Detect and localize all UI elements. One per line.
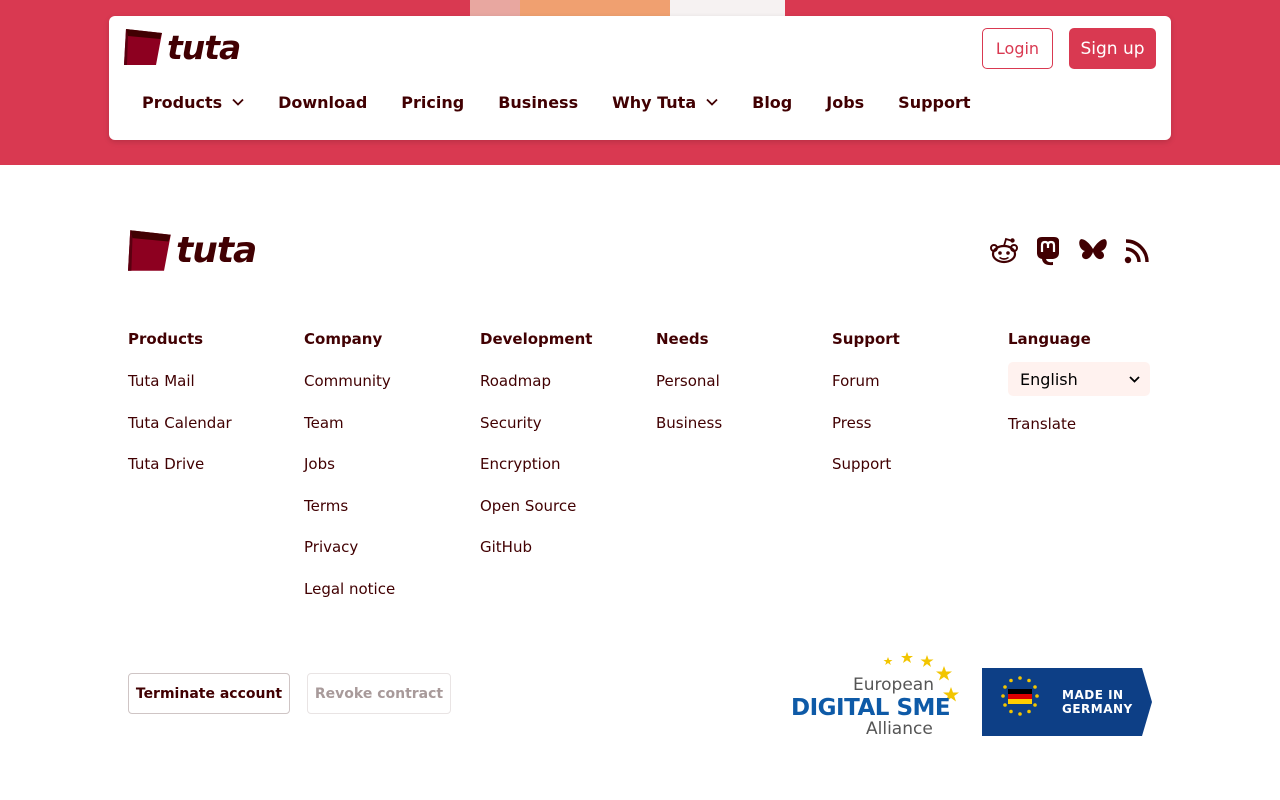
footer-link-personal[interactable]: Personal <box>656 372 826 392</box>
reddit-icon <box>990 237 1018 264</box>
tuta-logo-icon <box>128 230 171 271</box>
footer-link-forum[interactable]: Forum <box>832 372 1002 392</box>
bluesky-link[interactable] <box>1078 236 1108 266</box>
footer-link-community[interactable]: Community <box>304 372 474 392</box>
nav-blog[interactable]: Blog <box>752 93 792 112</box>
revoke-contract-button[interactable]: Revoke contract <box>307 673 451 714</box>
logo-wordmark: tuta <box>167 27 241 67</box>
nav-label: Download <box>278 92 368 112</box>
header-logo[interactable]: tuta <box>124 27 241 67</box>
translate-link[interactable]: Translate <box>1008 415 1076 433</box>
footer-column-needs: Needs Personal Business <box>656 330 826 455</box>
nav-label: Why Tuta <box>612 92 697 112</box>
signup-button[interactable]: Sign up <box>1069 28 1156 69</box>
nav-label: Blog <box>752 92 793 112</box>
main-nav: Products Download Pricing Business Why T… <box>142 88 1005 116</box>
footer-link-roadmap[interactable]: Roadmap <box>480 372 650 392</box>
footer-link-tuta-calendar[interactable]: Tuta Calendar <box>128 414 298 434</box>
footer-link-legal-notice[interactable]: Legal notice <box>304 580 474 600</box>
nav-label: Business <box>498 92 579 112</box>
site-header: tuta Login Sign up Products Download Pri… <box>109 16 1171 140</box>
sme-line-european: European <box>853 675 934 695</box>
footer-link-press[interactable]: Press <box>832 414 1002 434</box>
footer-link-security[interactable]: Security <box>480 414 650 434</box>
footer-column-development: Development Roadmap Security Encryption … <box>480 330 650 580</box>
footer-link-open-source[interactable]: Open Source <box>480 497 650 517</box>
nav-label: Support <box>898 92 971 112</box>
mastodon-icon <box>1037 237 1059 266</box>
column-title: Support <box>832 330 900 348</box>
chevron-down-icon <box>1129 375 1140 383</box>
footer-link-privacy[interactable]: Privacy <box>304 538 474 558</box>
column-title: Products <box>128 330 204 348</box>
made-in-germany-badge: MADE IN GERMANY <box>982 668 1152 736</box>
footer-link-terms[interactable]: Terms <box>304 497 474 517</box>
sme-line-alliance: Alliance <box>866 719 933 739</box>
language-select[interactable]: English <box>1008 362 1150 396</box>
footer-column-support: Support Forum Press Support <box>832 330 1002 497</box>
nav-business[interactable]: Business <box>498 93 578 112</box>
column-title: Development <box>480 330 593 348</box>
bluesky-icon <box>1079 239 1107 260</box>
footer-link-tuta-drive[interactable]: Tuta Drive <box>128 455 298 475</box>
mastodon-link[interactable] <box>1034 236 1062 266</box>
hero-image-fragment <box>520 0 670 16</box>
germany-line-germany: GERMANY <box>1062 702 1133 716</box>
rss-icon <box>1124 239 1149 264</box>
footer-link-encryption[interactable]: Encryption <box>480 455 650 475</box>
nav-label: Products <box>142 92 223 112</box>
terminate-account-button[interactable]: Terminate account <box>128 673 290 714</box>
nav-products[interactable]: Products <box>142 93 244 112</box>
footer-link-github[interactable]: GitHub <box>480 538 650 558</box>
footer-column-products: Products Tuta Mail Tuta Calendar Tuta Dr… <box>128 330 298 497</box>
nav-jobs[interactable]: Jobs <box>826 93 864 112</box>
sme-line-digital-sme: DIGITAL SME <box>791 695 951 721</box>
digital-sme-alliance-badge: European DIGITAL SME Alliance <box>788 650 968 742</box>
nav-why-tuta[interactable]: Why Tuta <box>612 93 718 112</box>
language-selected-value: English <box>1020 369 1078 389</box>
hero-image-fragment <box>470 0 520 16</box>
logo-wordmark: tuta <box>176 230 257 271</box>
footer-link-jobs[interactable]: Jobs <box>304 455 474 475</box>
column-title: Company <box>304 330 383 348</box>
footer-link-support[interactable]: Support <box>832 455 1002 475</box>
chevron-down-icon <box>232 98 244 106</box>
footer-logo[interactable]: tuta <box>128 228 257 273</box>
rss-link[interactable] <box>1124 236 1150 266</box>
nav-label: Pricing <box>401 92 465 112</box>
chevron-down-icon <box>706 98 718 106</box>
nav-pricing[interactable]: Pricing <box>401 93 464 112</box>
footer-link-team[interactable]: Team <box>304 414 474 434</box>
tuta-logo-icon <box>124 29 162 65</box>
reddit-link[interactable] <box>989 236 1019 266</box>
germany-line-made-in: MADE IN <box>1062 688 1124 702</box>
login-button[interactable]: Login <box>982 28 1053 69</box>
footer-link-business[interactable]: Business <box>656 414 826 434</box>
footer-link-tuta-mail[interactable]: Tuta Mail <box>128 372 298 392</box>
nav-support[interactable]: Support <box>898 93 970 112</box>
hero-image-fragment <box>670 0 785 16</box>
nav-download[interactable]: Download <box>278 93 367 112</box>
nav-label: Jobs <box>826 92 865 112</box>
column-title: Needs <box>656 330 709 348</box>
footer-column-company: Company Community Team Jobs Terms Privac… <box>304 330 474 621</box>
column-title: Language <box>1008 330 1091 348</box>
